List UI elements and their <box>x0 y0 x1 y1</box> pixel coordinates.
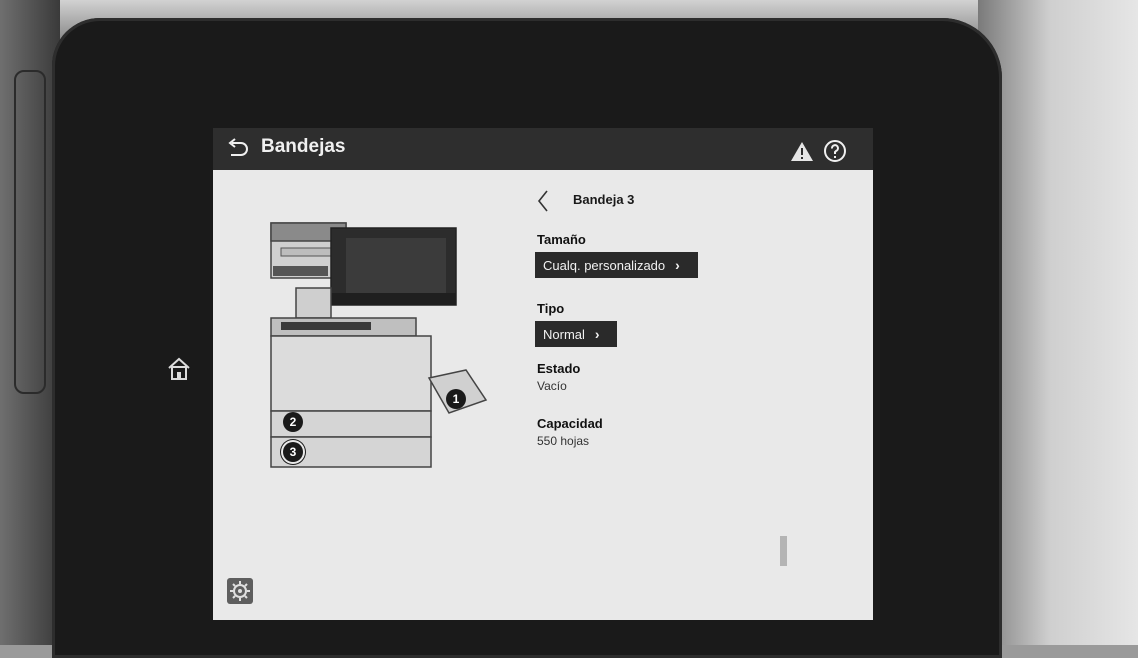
type-label: Tipo <box>537 301 565 316</box>
printer-illustration <box>270 222 488 468</box>
tray-navigation: Bandeja 3 <box>535 188 735 214</box>
chevron-left-icon <box>537 190 548 212</box>
capacity-value: 550 hojas <box>537 434 590 448</box>
warning-icon <box>791 142 813 161</box>
chevron-right-icon: › <box>675 257 680 273</box>
device-side-strip <box>14 70 46 394</box>
home-button[interactable] <box>166 356 192 382</box>
previous-tray-button[interactable] <box>535 188 551 214</box>
help-button[interactable] <box>823 139 847 163</box>
tray-1-badge[interactable]: 1 <box>446 389 466 409</box>
settings-button[interactable] <box>227 578 253 604</box>
size-selector[interactable]: Cualq. personalizado › <box>535 252 698 278</box>
capacity-label: Capacidad <box>537 416 603 431</box>
tray-1-badge-label: 1 <box>452 392 460 406</box>
touch-screen: Bandejas 1 2 3 Bandeja 3 Tamaño Cualq. p… <box>213 128 873 620</box>
home-icon <box>168 357 190 380</box>
type-value: Normal <box>543 326 585 342</box>
tray-3-badge[interactable]: 3 <box>283 442 303 462</box>
gear-icon <box>230 581 250 601</box>
app-bar: Bandejas <box>213 128 873 170</box>
tray-2-badge-label: 2 <box>289 415 297 429</box>
back-arrow-icon <box>228 138 248 156</box>
warning-button[interactable] <box>790 140 814 162</box>
help-icon <box>824 140 846 162</box>
tray-3-badge-label: 3 <box>289 445 297 459</box>
size-value: Cualq. personalizado <box>543 257 666 273</box>
size-label: Tamaño <box>537 232 586 247</box>
background-right <box>978 0 1138 645</box>
type-selector[interactable]: Normal › <box>535 321 617 347</box>
page-title: Bandejas <box>261 136 346 157</box>
scrollbar[interactable] <box>780 536 787 566</box>
chevron-right-icon: › <box>594 326 600 342</box>
back-button[interactable] <box>225 138 249 160</box>
status-value: Vacío <box>537 379 567 393</box>
status-label: Estado <box>537 361 581 376</box>
tray-2-badge[interactable]: 2 <box>283 412 303 432</box>
tray-name: Bandeja 3 <box>573 192 635 207</box>
